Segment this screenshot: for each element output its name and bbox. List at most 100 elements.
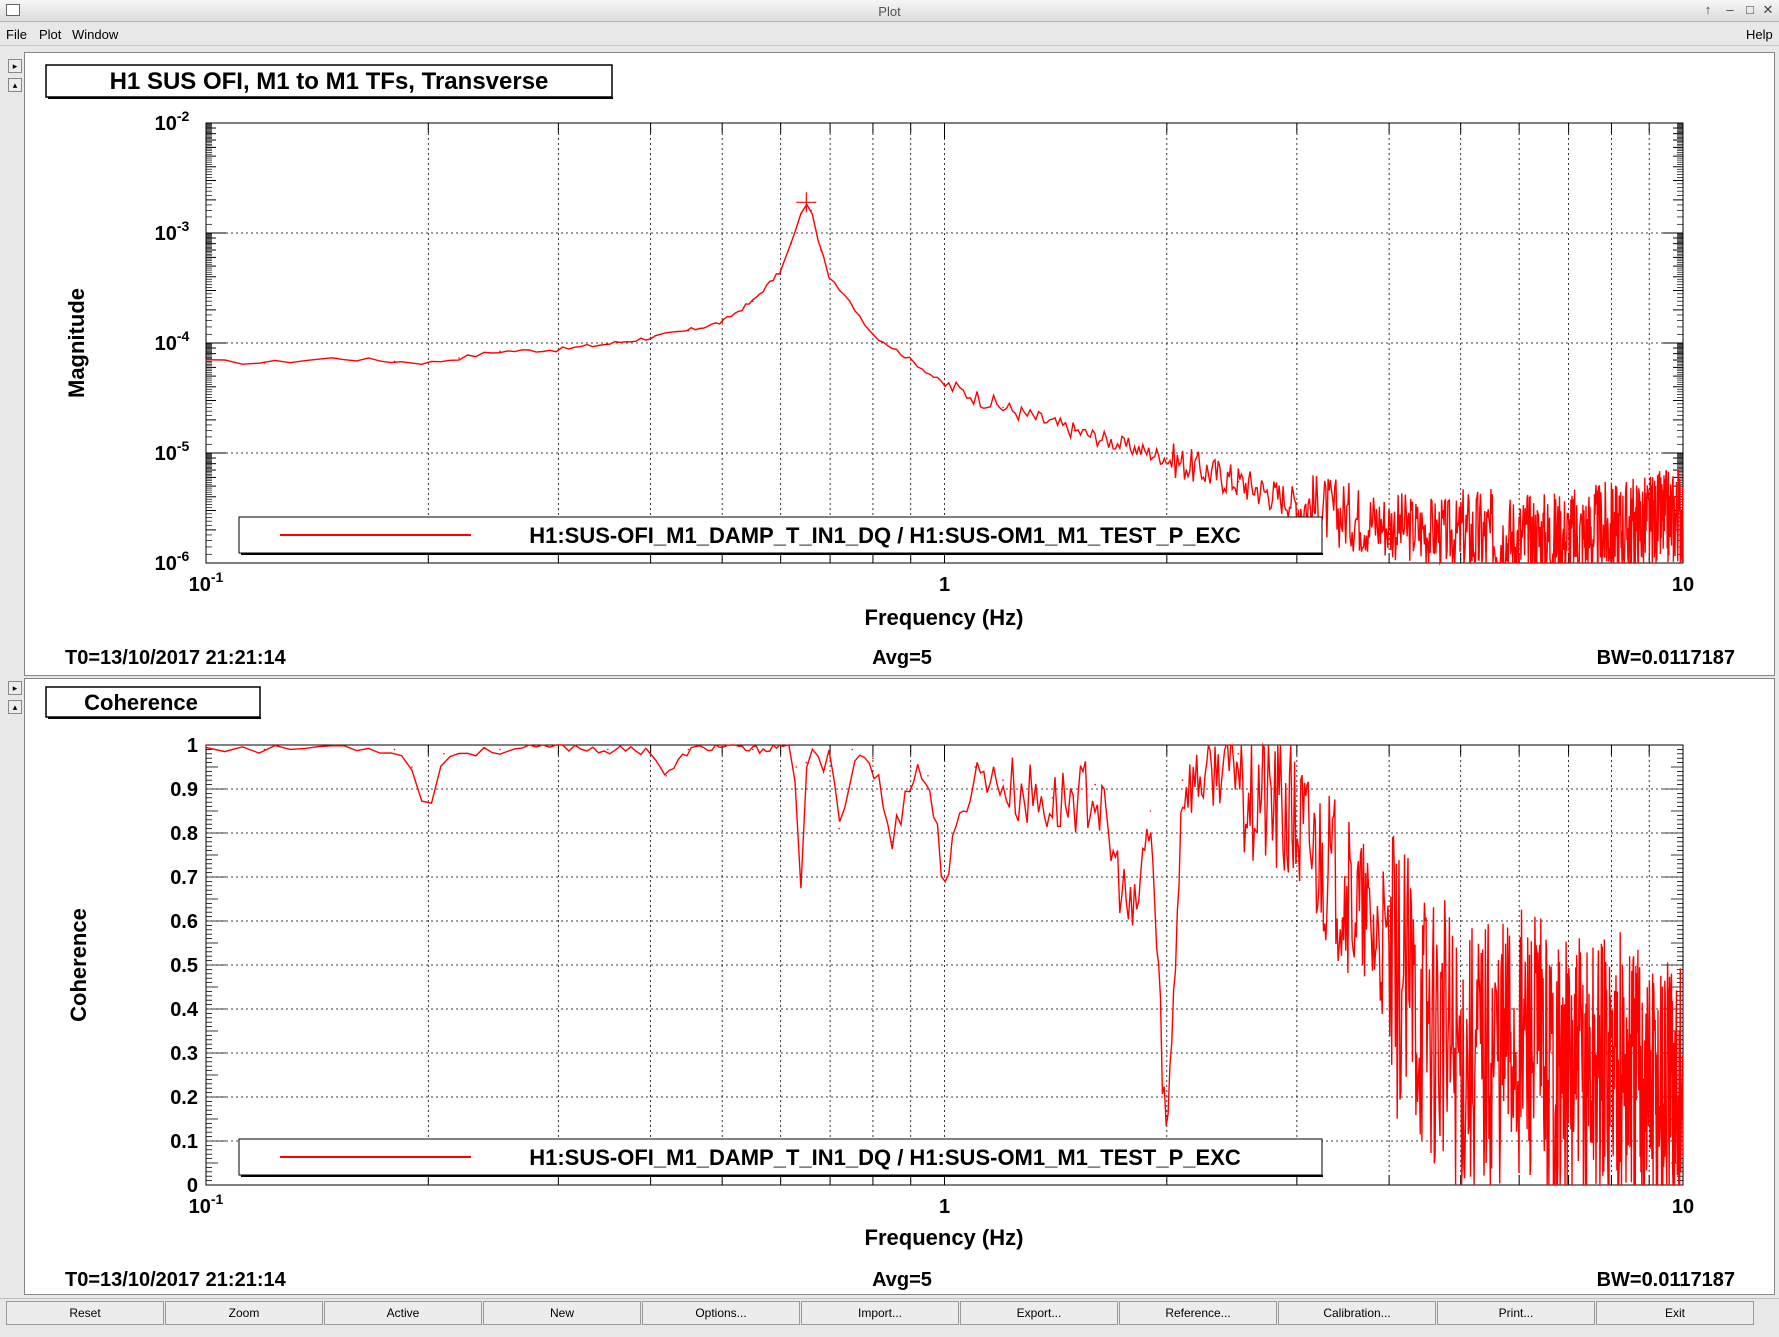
data-point [1518,539,1520,542]
data-point [1094,783,1096,786]
data-point [974,766,976,768]
maximize-icon[interactable]: □ [1742,2,1758,17]
data-point [943,383,946,386]
y-tick-labels: 10-2 10-3 10-4 10-5 10-6 [155,108,190,575]
data-point [263,748,266,751]
trace-group [205,192,1684,566]
data-point [927,775,929,777]
y-tick-label: 0.3 [170,1043,198,1065]
avg-label: Avg=5 [872,1269,932,1291]
plot-title: H1 SUS OFI, M1 to M1 TFs, Transverse [110,68,549,95]
data-point [752,748,754,751]
data-point [779,744,782,746]
data-point [851,304,853,307]
data-point [891,841,894,843]
data-point [810,209,812,212]
menu-help[interactable]: Help [1746,27,1773,42]
bw-label: BW=0.0117187 [1597,1269,1735,1291]
magnitude-plot[interactable]: H1 SUS OFI, M1 to M1 TFs, Transverse 10-… [25,53,1774,675]
menu-window[interactable]: Window [72,27,118,42]
plot-title: Coherence [84,690,198,715]
coherence-plot[interactable]: Coherence 10-1 1 10 10.90.80.70.60.50.40.3… [25,679,1774,1294]
data-point [829,278,831,280]
data-point [1648,522,1650,524]
data-point [649,336,652,339]
data-point [800,212,803,215]
data-point [458,357,460,359]
close-icon[interactable]: ✕ [1760,2,1776,18]
data-point [205,360,207,363]
x-tick-label: 10 [1672,1196,1694,1218]
y-tick-label: 0.8 [170,823,198,845]
data-point [1388,524,1390,527]
y-tick-label: 0.5 [170,955,198,977]
x-tick-labels: 10-1 1 10 [189,1191,1694,1218]
data-point [805,761,808,764]
pane2-expand-arrow[interactable]: ▸ [8,681,22,695]
export-button[interactable]: Export... [960,1301,1118,1325]
t0-label: T0=13/10/2017 21:21:14 [65,1269,287,1291]
x-tick-label: 10-1 [189,569,224,596]
reference-button[interactable]: Reference... [1119,1301,1277,1325]
data-point [499,350,501,353]
window-titlebar: Plot ↑ – □ ✕ [0,0,1779,22]
menu-file[interactable]: File [6,27,27,42]
y-tick-label: 0.1 [170,1131,198,1153]
data-point [1459,1030,1462,1032]
data-point [1237,753,1240,755]
data-point [829,757,831,759]
pane1-expand-arrow[interactable]: ▸ [8,59,22,73]
data-point [557,348,560,351]
data-point [1149,810,1152,812]
reset-button[interactable]: Reset [6,1301,164,1325]
data-point [393,748,396,751]
data-point [1610,1030,1613,1032]
data-point [721,321,723,323]
data-point [1567,1052,1570,1054]
data-point [1682,513,1684,515]
data-point [1682,1074,1684,1076]
data-point [721,744,723,746]
y-axis-label: Magnitude [64,288,89,398]
y-tick-label: 0.6 [170,911,198,933]
active-button[interactable]: Active [324,1301,482,1325]
data-point [838,827,840,830]
pane1-collapse-arrow[interactable]: ▴ [8,78,22,92]
calibration-button[interactable]: Calibration... [1278,1301,1436,1325]
x-axis-label: Frequency (Hz) [865,1225,1024,1250]
x-tick-label: 1 [939,574,950,596]
data-point [1073,429,1076,432]
data-point [1132,920,1134,922]
exit-button[interactable]: Exit [1596,1301,1754,1325]
legend-label: H1:SUS-OFI_M1_DAMP_T_IN1_DQ / H1:SUS-OM1… [529,523,1241,548]
menu-plot[interactable]: Plot [39,27,61,42]
data-point [1237,480,1240,483]
data-point [335,744,337,746]
shade-icon[interactable]: ↑ [1700,2,1716,17]
data-point [607,748,609,751]
data-point [800,880,803,883]
zoom-button[interactable]: Zoom [165,1301,323,1325]
import-button[interactable]: Import... [801,1301,959,1325]
data-point [427,814,430,817]
pane-magnitude[interactable]: H1 SUS OFI, M1 to M1 TFs, Transverse 10-… [24,52,1775,676]
pane2-collapse-arrow[interactable]: ▴ [8,700,22,714]
data-point [790,242,792,245]
data-point [1051,797,1054,799]
new-button[interactable]: New [483,1301,641,1325]
data-point [1181,779,1184,781]
print-button[interactable]: Print... [1437,1301,1595,1325]
options-button[interactable]: Options... [642,1301,800,1325]
minimize-icon[interactable]: – [1722,2,1738,17]
grid [206,123,1683,563]
data-point [687,748,690,751]
data-point [795,766,798,768]
y-tick-label: 0.2 [170,1087,198,1109]
data-point [1296,502,1298,505]
y-tick-label: 10-4 [155,328,190,355]
y-tick-label: 1 [187,735,198,757]
bottom-toolbar: Reset Zoom Active New Options... Import... Exp… [0,1298,1779,1326]
pane-coherence[interactable]: Coherence 10-1 1 10 1 0.9 0.8 0.7 0.6 0.5 0.4 0.3… [24,678,1775,1295]
data-point [851,748,853,751]
data-point [1518,1008,1520,1010]
